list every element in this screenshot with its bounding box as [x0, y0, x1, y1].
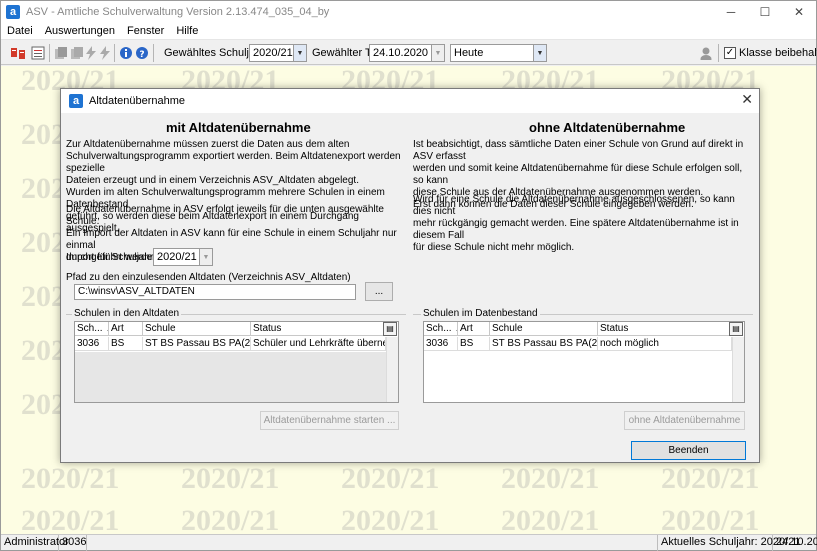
dialog-title: Altdatenübernahme — [89, 95, 186, 107]
close-button[interactable]: ✕ — [782, 1, 816, 23]
import-year-label: Import für Schuljahr — [66, 252, 154, 263]
datenbestand-table: Sch... ▲ Art Schule Status ▤ 3036 BS ST … — [423, 321, 745, 403]
watermark: 2020/21 — [181, 462, 280, 495]
column-header-status[interactable]: Status — [598, 322, 732, 336]
menu-bar: Datei Auswertungen Fenster Hilfe — [1, 23, 816, 40]
watermark: 2020/21 — [661, 504, 760, 534]
right-paragraph-2: Wird für eine Schule die Altdatenübernah… — [413, 194, 739, 253]
status-current-year: Aktuelles Schuljahr: 2020/21 — [657, 535, 800, 551]
watermark: 2020/21 — [341, 462, 440, 495]
menu-datei[interactable]: Datei — [1, 25, 39, 37]
view-select[interactable]: Heute ▼ — [450, 44, 547, 62]
toolbar-separator — [49, 44, 50, 62]
toolbar-separator — [718, 44, 719, 62]
copy-icon — [55, 47, 67, 59]
window-title: ASV - Amtliche Schulverwaltung Version 2… — [26, 6, 330, 18]
altdaten-dialog: a Altdatenübernahme ✕ mit Altdatenüberna… — [60, 88, 760, 463]
menu-fenster[interactable]: Fenster — [121, 25, 170, 37]
column-header-schule[interactable]: Schule — [490, 322, 598, 336]
chevron-down-icon[interactable]: ▼ — [293, 45, 306, 61]
column-settings-icon[interactable]: ▤ — [729, 322, 743, 336]
column-header-art[interactable]: Art — [458, 322, 490, 336]
lightning-icon — [86, 46, 96, 60]
empty-table-area — [75, 352, 386, 402]
schuljahr-select[interactable]: 2020/21 ▼ — [249, 44, 307, 62]
keep-class-label: Klasse beibehalten — [739, 47, 817, 59]
title-bar[interactable]: a ASV - Amtliche Schulverwaltung Version… — [1, 1, 816, 23]
column-header-schulnummer[interactable]: Sch... ▲ — [75, 322, 109, 336]
without-import-button[interactable]: ohne Altdatenübernahme — [624, 411, 745, 430]
watermark: 2020/21 — [181, 504, 280, 534]
toolbar-separator — [153, 44, 154, 62]
table-row[interactable]: 3036 BS ST BS Passau BS PA(2),FER... Sch… — [75, 337, 386, 351]
status-date: 24.10.2020 — [776, 536, 817, 548]
table-header: Sch... ▲ Art Schule Status — [424, 322, 732, 336]
start-import-button[interactable]: Altdatenübernahme starten ... — [260, 411, 399, 430]
path-label: Pfad zu den einzulesenden Altdaten (Verz… — [66, 272, 351, 283]
right-heading: ohne Altdatenübernahme — [529, 120, 686, 135]
main-window: a ASV - Amtliche Schulverwaltung Version… — [0, 0, 817, 551]
vertical-scrollbar[interactable] — [732, 337, 744, 402]
column-header-status[interactable]: Status — [251, 322, 386, 336]
asv-logo-icon: a — [69, 94, 83, 108]
watermark: 2020/21 — [21, 504, 120, 534]
watermark: 2020/21 — [341, 504, 440, 534]
import-year-select[interactable]: 2020/21 ▼ — [153, 248, 213, 266]
menu-auswertungen[interactable]: Auswertungen — [39, 25, 121, 37]
maximize-button[interactable]: ☐ — [748, 1, 782, 23]
column-header-schulnummer[interactable]: Sch... ▲ — [424, 322, 458, 336]
status-school: 3036 — [59, 535, 87, 551]
table-header: Sch... ▲ Art Schule Status — [75, 322, 386, 336]
toolbar-separator — [114, 44, 115, 62]
data-transfer-icon[interactable] — [11, 46, 25, 60]
close-dialog-button[interactable]: Beenden — [631, 441, 746, 460]
list-icon[interactable] — [31, 46, 45, 60]
asv-logo-icon: a — [6, 5, 20, 19]
help-icon[interactable]: ? — [135, 46, 149, 60]
chevron-down-icon[interactable]: ▼ — [431, 45, 444, 61]
info-icon[interactable] — [119, 46, 133, 60]
left-heading: mit Altdatenübernahme — [166, 120, 311, 135]
chevron-down-icon[interactable]: ▼ — [533, 45, 546, 61]
minimize-button[interactable]: ─ — [714, 1, 748, 23]
column-header-schule[interactable]: Schule — [143, 322, 251, 336]
toolbar: ? Gewähltes Schuljahr 2020/21 ▼ Gewählte… — [1, 41, 817, 65]
column-settings-icon[interactable]: ▤ — [383, 322, 397, 336]
watermark: 2020/21 — [661, 462, 760, 495]
tag-input[interactable]: 24.10.2020 ▼ — [369, 44, 445, 62]
watermark: 2020/21 — [21, 462, 120, 495]
svg-text:?: ? — [139, 50, 144, 60]
chevron-down-icon[interactable]: ▼ — [199, 249, 212, 265]
user-icon[interactable] — [699, 46, 713, 60]
vertical-scrollbar[interactable] — [386, 337, 398, 402]
path-input[interactable]: C:\winsv\ASV_ALTDATEN — [74, 284, 356, 300]
menu-hilfe[interactable]: Hilfe — [170, 25, 204, 37]
dialog-title-bar[interactable]: a Altdatenübernahme ✕ — [61, 89, 759, 113]
column-header-art[interactable]: Art — [109, 322, 143, 336]
copy-stack-icon — [71, 47, 83, 59]
altdaten-group-label: Schulen in den Altdaten — [72, 308, 182, 319]
status-bar: Administrator 3036 Aktuelles Schuljahr: … — [1, 534, 817, 551]
browse-button[interactable]: ... — [365, 282, 393, 301]
altdaten-table: Sch... ▲ Art Schule Status ▤ 3036 BS ST … — [74, 321, 399, 403]
watermark: 2020/21 — [501, 462, 600, 495]
dialog-close-button[interactable]: ✕ — [741, 91, 753, 108]
table-row[interactable]: 3036 BS ST BS Passau BS PA(2),FER... noc… — [424, 337, 732, 351]
status-user: Administrator — [1, 535, 69, 551]
keep-class-checkbox[interactable]: ✓ — [724, 47, 736, 59]
lightning-alt-icon — [100, 46, 110, 60]
datenbestand-group-label: Schulen im Datenbestand — [421, 308, 540, 319]
watermark: 2020/21 — [501, 504, 600, 534]
